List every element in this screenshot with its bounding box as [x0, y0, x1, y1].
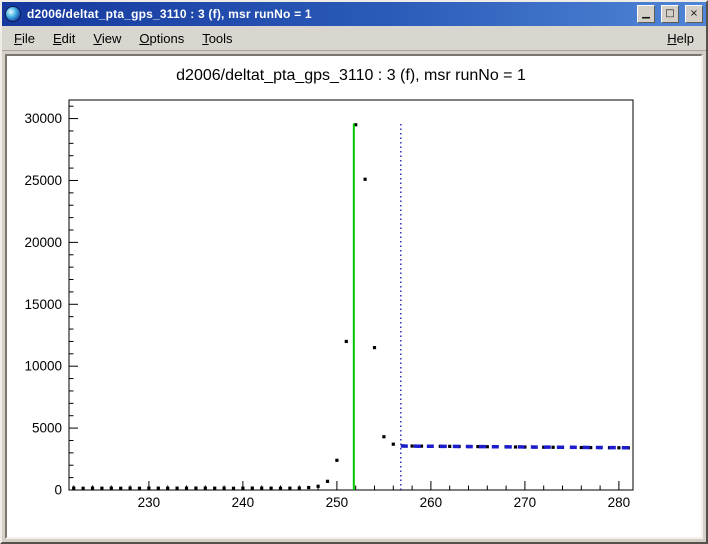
data-point	[411, 444, 414, 447]
menu-item-options[interactable]: Options	[130, 28, 193, 49]
data-point	[232, 487, 235, 490]
data-point	[176, 487, 179, 490]
y-tick-label: 15000	[24, 297, 62, 312]
data-point	[147, 486, 150, 489]
y-tick-label: 5000	[32, 421, 62, 436]
data-point	[552, 446, 555, 449]
x-tick-label: 230	[138, 495, 161, 510]
menubar: FileEditViewOptionsTools Help	[2, 26, 706, 51]
y-tick-label: 20000	[24, 235, 62, 250]
data-point	[91, 486, 94, 489]
data-point	[138, 487, 141, 490]
data-point	[364, 178, 367, 181]
data-point	[317, 485, 320, 488]
histogram-plot: d2006/deltat_pta_gps_3110 : 3 (f), msr r…	[7, 56, 701, 537]
data-point	[382, 435, 385, 438]
data-point	[129, 487, 132, 490]
data-point	[392, 443, 395, 446]
x-tick-label: 270	[514, 495, 537, 510]
data-point	[260, 487, 263, 490]
data-point	[326, 480, 329, 483]
menu-item-help[interactable]: Help	[658, 28, 703, 49]
window-title: d2006/deltat_pta_gps_3110 : 3 (f), msr r…	[25, 7, 631, 21]
y-tick-label: 30000	[24, 111, 62, 126]
menu-item-tools[interactable]: Tools	[193, 28, 241, 49]
data-point	[251, 486, 254, 489]
data-point	[100, 487, 103, 490]
menu-item-edit[interactable]: Edit	[44, 28, 84, 49]
data-point	[270, 487, 273, 490]
menubar-right: Help	[658, 28, 703, 49]
data-point	[82, 487, 85, 490]
y-tick-label: 0	[54, 483, 62, 498]
menu-item-file[interactable]: File	[5, 28, 44, 49]
data-point	[298, 486, 301, 489]
plot-frame	[69, 100, 633, 490]
data-point	[307, 486, 310, 489]
data-point	[223, 487, 226, 490]
data-point	[110, 487, 113, 490]
data-point	[279, 487, 282, 490]
data-point	[72, 487, 75, 490]
x-tick-label: 240	[232, 495, 255, 510]
app-icon[interactable]	[5, 6, 21, 22]
x-tick-label: 260	[420, 495, 443, 510]
plot-title: d2006/deltat_pta_gps_3110 : 3 (f), msr r…	[176, 67, 526, 84]
data-point	[448, 445, 451, 448]
x-tick-label: 280	[608, 495, 631, 510]
minimize-button[interactable]: ▁	[637, 5, 655, 23]
data-point	[373, 346, 376, 349]
y-tick-label: 25000	[24, 173, 62, 188]
data-point	[580, 446, 583, 449]
data-point	[241, 487, 244, 490]
data-point	[213, 487, 216, 490]
data-point	[514, 445, 517, 448]
close-button[interactable]: ×	[685, 5, 703, 23]
data-point	[617, 446, 620, 449]
x-tick-label: 250	[326, 495, 349, 510]
data-point	[288, 487, 291, 490]
root-canvas[interactable]: d2006/deltat_pta_gps_3110 : 3 (f), msr r…	[5, 54, 703, 539]
data-point	[194, 486, 197, 489]
data-point	[185, 487, 188, 490]
data-point	[204, 487, 207, 490]
menu-item-view[interactable]: View	[84, 28, 130, 49]
data-point	[119, 487, 122, 490]
data-point	[335, 459, 338, 462]
window: d2006/deltat_pta_gps_3110 : 3 (f), msr r…	[0, 0, 708, 544]
y-tick-label: 10000	[24, 359, 62, 374]
data-point	[157, 487, 160, 490]
menubar-left: FileEditViewOptionsTools	[5, 28, 242, 49]
titlebar[interactable]: d2006/deltat_pta_gps_3110 : 3 (f), msr r…	[2, 2, 706, 26]
data-point	[486, 445, 489, 448]
data-point	[345, 340, 348, 343]
maximize-button[interactable]: □	[661, 5, 679, 23]
data-point	[166, 487, 169, 490]
